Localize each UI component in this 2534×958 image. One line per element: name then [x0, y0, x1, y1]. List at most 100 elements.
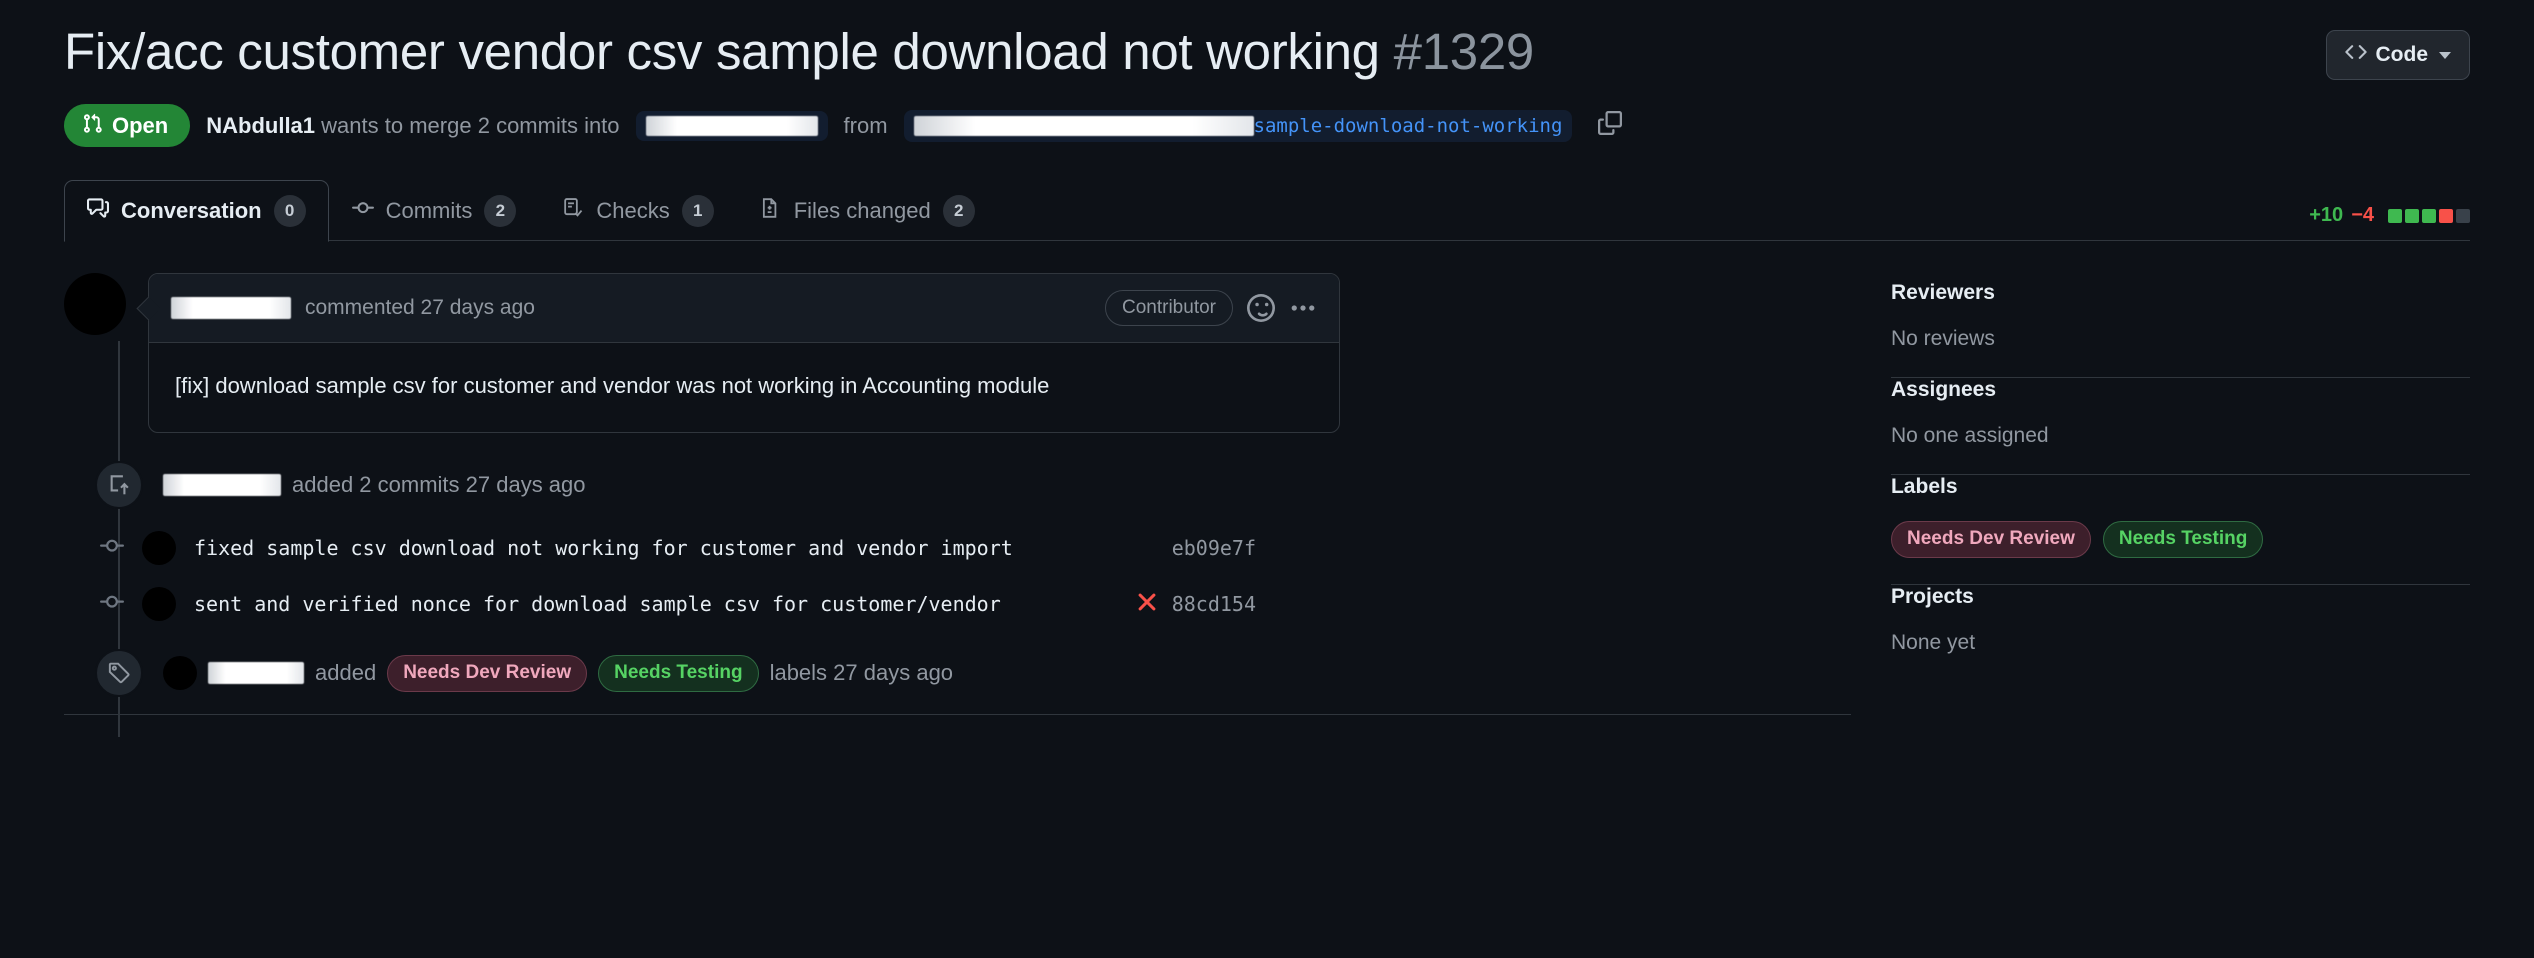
- merge-description: NAbdulla1 wants to merge 2 commits into: [206, 113, 619, 139]
- commit-meta: eb09e7f: [1172, 536, 1256, 560]
- sidebar: Reviewers No reviews Assignees No one as…: [1890, 273, 2470, 697]
- sidebar-assignees-empty: No one assigned: [1890, 424, 2049, 448]
- commit-message[interactable]: sent and verified nonce for download sam…: [194, 592, 1001, 616]
- sidebar-section-assignees: Assignees No one assigned: [1891, 378, 2470, 474]
- tab-checks-count: 1: [681, 195, 714, 228]
- from-label: from: [843, 112, 888, 138]
- diffstat-deletions: −4: [2351, 204, 2374, 227]
- timeline-labels-suffix: labels 27 days ago: [769, 660, 954, 686]
- commit-sha[interactable]: eb09e7f: [1172, 536, 1256, 560]
- diffstat-block: [2439, 208, 2453, 223]
- timeline-event-labels: ████████ added Needs Dev Review Needs Te…: [64, 649, 1851, 698]
- avatar[interactable]: [142, 531, 176, 566]
- comment-card: ██████████ commented 27 days ago Contrib…: [148, 273, 1340, 434]
- diffstat-block: [2388, 208, 2402, 223]
- tab-commits[interactable]: Commits 2: [329, 180, 540, 242]
- emoji-reaction-icon[interactable]: [1247, 294, 1275, 323]
- timeline-labels-verb: added: [315, 660, 377, 686]
- status-badge-label: Open: [112, 112, 169, 138]
- commit-message[interactable]: fixed sample csv download not working fo…: [194, 536, 1013, 560]
- tab-files-changed[interactable]: Files changed 2: [737, 180, 998, 242]
- head-branch-visible: sample-download-not-working: [1253, 114, 1563, 137]
- timeline-commits-label: added 2 commits 27 days ago: [292, 472, 586, 498]
- comment-header: ██████████ commented 27 days ago Contrib…: [149, 274, 1339, 344]
- git-commit-icon: [100, 590, 124, 619]
- check-failure-icon[interactable]: [1135, 590, 1159, 619]
- sidebar-projects-title[interactable]: Projects: [1891, 585, 2470, 609]
- merge-prefix: wants to merge: [321, 112, 472, 138]
- pr-status-row: Open NAbdulla1 wants to merge 2 commits …: [64, 104, 2470, 148]
- timeline-author-redaction: ██████████: [163, 474, 281, 497]
- sidebar-reviewers-empty: No reviews: [1890, 327, 1995, 351]
- git-commit-icon: [351, 197, 374, 225]
- git-commit-icon: [100, 534, 124, 563]
- head-branch-chip[interactable]: ███████████████████████████ sample-downl…: [903, 109, 1573, 142]
- contributor-badge: Contributor: [1105, 290, 1233, 327]
- comment-meta: commented 27 days ago: [305, 296, 535, 320]
- sidebar-section-projects: Projects None yet: [1891, 585, 2470, 681]
- commit-push-icon: [95, 461, 143, 510]
- sidebar-label-needs-testing[interactable]: Needs Testing: [2102, 521, 2264, 558]
- sidebar-reviewers-title[interactable]: Reviewers: [1891, 281, 2470, 305]
- pr-author-name: NAbdulla1: [206, 112, 316, 138]
- sidebar-section-labels: Labels Needs Dev Review Needs Testing: [1890, 475, 2470, 584]
- comment-thread: ██████████ commented 27 days ago Contrib…: [64, 273, 1851, 434]
- sidebar-labels-title[interactable]: Labels: [1891, 475, 2470, 499]
- base-branch-chip[interactable]: ██████████████: [635, 110, 828, 141]
- pr-body: ██████████ commented 27 days ago Contrib…: [64, 273, 2470, 738]
- code-button[interactable]: Code: [2325, 30, 2470, 80]
- tab-files-changed-label: Files changed: [793, 198, 931, 224]
- comment-icon: [87, 197, 109, 225]
- sidebar-projects-empty: None yet: [1890, 630, 1976, 654]
- pr-tabs: Conversation 0 Commits 2 Checks 1 Files …: [64, 179, 2470, 243]
- label-chip-needs-dev-review[interactable]: Needs Dev Review: [387, 654, 588, 692]
- commit-meta: 88cd154: [1135, 590, 1256, 619]
- code-brackets-icon: [2344, 41, 2367, 69]
- conversation-column: ██████████ commented 27 days ago Contrib…: [64, 273, 1851, 738]
- timeline-commits-text: ██████████ added 2 commits 27 days ago: [163, 472, 586, 498]
- base-branch-redaction: ██████████████: [645, 115, 818, 136]
- kebab-menu-icon[interactable]: [1289, 294, 1317, 322]
- diffstat-additions: +10: [2309, 204, 2344, 227]
- tab-conversation[interactable]: Conversation 0: [64, 180, 329, 243]
- tab-checks[interactable]: Checks 1: [539, 180, 736, 242]
- pr-title-text: Fix/acc customer vendor csv sample downl…: [64, 23, 1380, 80]
- commit-sha[interactable]: 88cd154: [1172, 592, 1256, 616]
- sidebar-section-reviewers: Reviewers No reviews: [1891, 281, 2470, 377]
- pull-request-icon: [82, 113, 103, 138]
- tab-conversation-label: Conversation: [121, 198, 262, 224]
- tab-files-changed-count: 2: [942, 195, 975, 228]
- checklist-icon: [562, 197, 584, 225]
- tab-commits-count: 2: [484, 195, 517, 228]
- merge-middle: commits into: [496, 112, 620, 138]
- timeline-labels-author-redaction: ████████: [208, 662, 304, 685]
- diffstat-block: [2422, 208, 2436, 223]
- status-badge: Open: [64, 104, 191, 148]
- commit-row: fixed sample csv download not working fo…: [64, 531, 1256, 566]
- timeline: ██████████ commented 27 days ago Contrib…: [64, 273, 1851, 738]
- timeline-labels-text: ████████ added Needs Dev Review Needs Te…: [163, 654, 954, 692]
- comment-body: [fix] download sample csv for customer a…: [175, 373, 1050, 399]
- chevron-down-icon: [2439, 51, 2451, 59]
- comment-author-redaction: ██████████: [171, 297, 291, 320]
- head-branch-redaction: ███████████████████████████: [913, 115, 1254, 136]
- avatar[interactable]: [64, 273, 126, 336]
- label-chip-needs-testing[interactable]: Needs Testing: [598, 654, 759, 692]
- avatar[interactable]: [163, 656, 197, 691]
- timeline-event-commits: ██████████ added 2 commits 27 days ago: [64, 461, 1851, 510]
- code-button-label: Code: [2375, 43, 2429, 66]
- merge-commit-count: 2: [477, 112, 490, 138]
- tab-checks-label: Checks: [596, 198, 670, 224]
- tag-icon: [95, 649, 143, 698]
- file-diff-icon: [760, 197, 782, 225]
- page-title: Fix/acc customer vendor csv sample downl…: [64, 22, 1534, 82]
- pull-request-page: Fix/acc customer vendor csv sample downl…: [0, 0, 2534, 958]
- commit-row: sent and verified nonce for download sam…: [64, 587, 1256, 622]
- pr-number: #1329: [1393, 23, 1535, 80]
- sidebar-label-needs-dev-review[interactable]: Needs Dev Review: [1890, 521, 2091, 558]
- tab-conversation-count: 0: [273, 195, 306, 228]
- copy-icon[interactable]: [1598, 110, 1623, 141]
- avatar[interactable]: [142, 587, 176, 622]
- sidebar-assignees-title[interactable]: Assignees: [1891, 378, 2470, 402]
- diffstat[interactable]: +10 −4: [2309, 204, 2470, 227]
